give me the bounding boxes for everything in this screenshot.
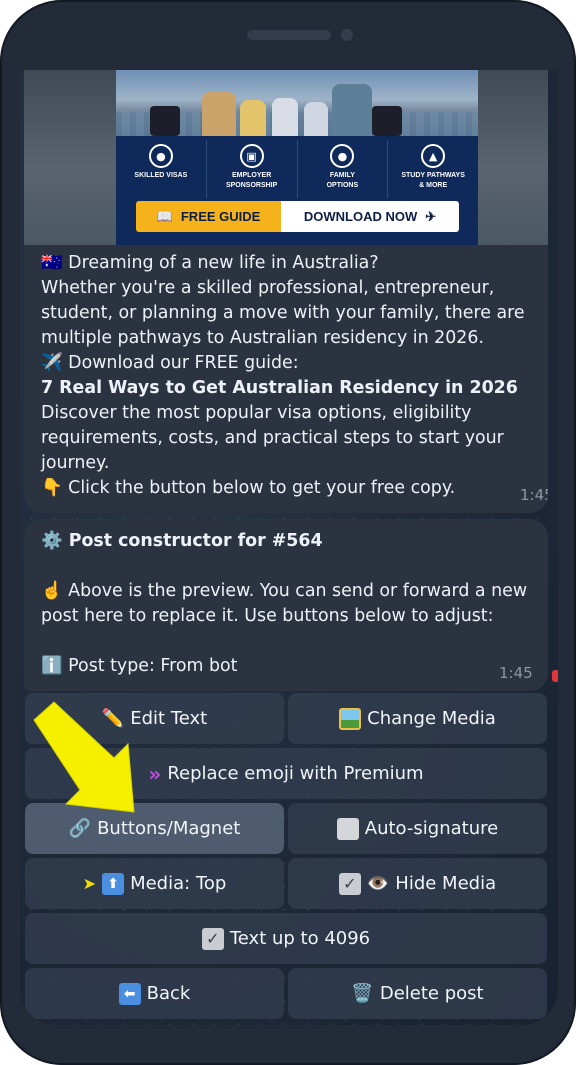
picture-icon [339,707,362,730]
post-type: ℹ️ Post type: From bot [41,656,238,676]
briefcase-icon: ▣ [239,144,264,168]
link-icon: 🔗 [68,817,92,839]
banner-features: ● SKILLED VISAS ▣ EMPLOYER SPONSORSHIP ●… [116,140,478,198]
feature-family-options: ● FAMILY OPTIONS [298,140,389,198]
constructor-desc: post here to replace it. Use buttons bel… [41,606,494,626]
post-preview-message: ● SKILLED VISAS ▣ EMPLOYER SPONSORSHIP ●… [24,70,548,513]
media-blur-left [24,70,116,245]
feature-skilled-visas: ● SKILLED VISAS [116,140,207,198]
post-headline: 7 Real Ways to Get Australian Residency … [41,378,518,398]
banner-cta: 📖 FREE GUIDE DOWNLOAD NOW ✈ [136,201,459,232]
book-icon: 📖 [156,208,173,224]
person-figure [272,98,298,136]
phone-frame: ● SKILLED VISAS ▣ EMPLOYER SPONSORSHIP ●… [0,0,576,1065]
arrow-left-icon: ⬅ [118,982,141,1005]
family-photo [116,70,478,136]
checkmark-icon: ✓ [201,927,224,950]
post-line: Discover the most popular visa options, … [41,403,472,423]
trash-icon: 🗑️ [351,982,374,1004]
banner-image: ● SKILLED VISAS ▣ EMPLOYER SPONSORSHIP ●… [116,70,478,245]
person-figure [202,92,236,136]
checkmark-icon: ✓ [338,872,361,895]
media-top-button[interactable]: ➤ ⬆ Media: Top [25,858,284,909]
text-up-to-button[interactable]: ✓ Text up to 4096 [25,913,547,964]
family-icon: ● [330,144,355,168]
double-chevron-icon: » [148,761,162,786]
constructor-title: ⚙️ Post constructor for #564 [41,531,323,551]
post-line: student, or planning a move with your fa… [41,303,525,323]
graduation-cap-icon: ▲ [421,144,446,168]
person-figure [304,102,328,136]
constructor-text: ⚙️ Post constructor for #564 ☝️ Above is… [41,529,536,679]
reaction-indicator [552,670,558,682]
post-line: 🇦🇺 Dreaming of a new life in Australia? [41,253,379,273]
post-line: requirements, costs, and practical steps… [41,428,504,448]
change-media-button[interactable]: Change Media [288,693,547,744]
person-figure [332,84,372,136]
message-time: 1:45 [499,664,533,682]
post-line: multiple pathways to Australian residenc… [41,328,484,348]
download-now-label: DOWNLOAD NOW ✈ [281,201,459,232]
post-line: Whether you're a skilled professional, e… [41,278,495,298]
post-line: ✈️ Download our FREE guide: [41,353,299,373]
annotation-arrow-icon [33,701,135,813]
constructor-desc: ☝️ Above is the preview. You can send or… [41,581,528,601]
phone-camera [341,29,353,41]
post-line: 👇 Click the button below to get your fre… [41,478,456,498]
delete-post-button[interactable]: 🗑️ Delete post [288,968,547,1019]
phone-speaker [247,30,331,40]
person-figure [240,100,266,136]
suitcase-icon [372,106,402,136]
hide-media-button[interactable]: ✓ 👁️ Hide Media [288,858,547,909]
constructor-message: ⚙️ Post constructor for #564 ☝️ Above is… [24,519,548,691]
eye-icon: 👁️ [366,872,390,894]
chevron-down-icon: ➤ [82,874,97,893]
skilled-visas-icon: ● [148,144,173,168]
feature-study-pathways: ▲ STUDY PATHWAYS & MORE [388,140,478,198]
empty-checkbox-icon [336,817,359,840]
arrow-up-icon: ⬆ [102,872,125,895]
post-media[interactable]: ● SKILLED VISAS ▣ EMPLOYER SPONSORSHIP ●… [24,70,548,245]
message-time: 1:45 [520,486,548,504]
feature-employer-sponsorship: ▣ EMPLOYER SPONSORSHIP [207,140,298,198]
auto-signature-button[interactable]: Auto-signature [288,803,547,854]
suitcase-icon [150,106,180,136]
airplane-icon: ✈ [425,208,437,224]
free-guide-label: 📖 FREE GUIDE [136,201,281,232]
back-button[interactable]: ⬅ Back [25,968,284,1019]
post-line: journey. [41,453,110,473]
chat-screen: ● SKILLED VISAS ▣ EMPLOYER SPONSORSHIP ●… [20,70,558,1025]
post-text: 🇦🇺 Dreaming of a new life in Australia? … [41,251,536,501]
